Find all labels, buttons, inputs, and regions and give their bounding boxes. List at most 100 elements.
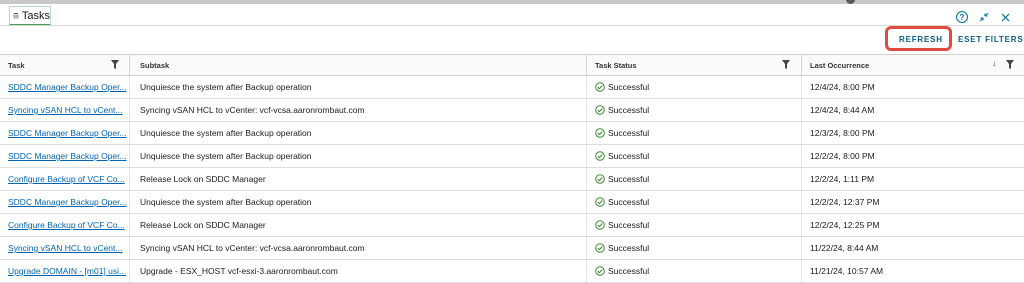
status-text: Successful (608, 105, 650, 115)
task-link[interactable]: Configure Backup of VCF Co... (8, 214, 127, 236)
column-divider (586, 76, 587, 98)
check-circle-icon (595, 128, 605, 138)
check-circle-icon (595, 197, 605, 207)
status-text: Successful (608, 82, 650, 92)
subtask-text: Unquiesce the system after Backup operat… (140, 151, 312, 161)
check-circle-icon (595, 174, 605, 184)
check-circle-icon (595, 243, 605, 253)
status-cell: Successful (595, 145, 795, 167)
column-divider (586, 191, 587, 213)
status-cell: Successful (595, 237, 795, 259)
table-row[interactable]: Configure Backup of VCF Co... Release Lo… (0, 214, 1024, 237)
check-circle-icon (595, 266, 605, 276)
status-cell: Successful (595, 191, 795, 213)
column-divider (801, 76, 802, 98)
tab-label: Tasks (21, 9, 50, 22)
column-divider (801, 168, 802, 190)
collapse-button[interactable] (977, 10, 991, 24)
column-divider (801, 122, 802, 144)
column-divider (129, 237, 130, 259)
table-row[interactable]: Syncing vSAN HCL to vCent... Syncing vSA… (0, 99, 1024, 122)
status-text: Successful (608, 128, 650, 138)
table-row[interactable]: SDDC Manager Backup Oper... Unquiesce th… (0, 191, 1024, 214)
occurrence-text: 12/4/24, 8:00 PM (810, 82, 875, 92)
column-divider (586, 168, 587, 190)
status-text: Successful (608, 174, 650, 184)
status-cell: Successful (595, 99, 795, 121)
occurrence-text: 12/4/24, 8:44 AM (810, 105, 875, 115)
task-link[interactable]: SDDC Manager Backup Oper... (8, 145, 127, 167)
column-divider (586, 99, 587, 121)
task-link[interactable]: SDDC Manager Backup Oper... (8, 122, 127, 144)
column-header-occurrence[interactable]: Last Occurrence (801, 55, 1024, 75)
tab-tasks[interactable]: Tasks (9, 6, 51, 26)
task-link[interactable]: SDDC Manager Backup Oper... (8, 191, 127, 213)
close-button[interactable] (998, 10, 1012, 24)
sort-descending-icon[interactable]: ↓ (992, 58, 997, 68)
check-circle-icon (595, 82, 605, 92)
table-row[interactable]: SDDC Manager Backup Oper... Unquiesce th… (0, 76, 1024, 99)
collapse-icon (979, 12, 989, 22)
column-divider (129, 122, 130, 144)
occurrence-text: 11/22/24, 8:44 AM (810, 243, 879, 253)
column-header-subtask[interactable]: Subtask (129, 55, 586, 75)
column-divider (801, 214, 802, 236)
status-cell: Successful (595, 76, 795, 98)
subtask-text: Release Lock on SDDC Manager (140, 220, 266, 230)
task-link[interactable]: Syncing vSAN HCL to vCent... (8, 237, 127, 259)
occurrence-text: 12/3/24, 8:00 PM (810, 128, 875, 138)
check-circle-icon (595, 105, 605, 115)
status-cell: Successful (595, 122, 795, 144)
column-divider (586, 214, 587, 236)
table-row[interactable]: Configure Backup of VCF Co... Release Lo… (0, 168, 1024, 191)
task-link[interactable]: SDDC Manager Backup Oper... (8, 76, 127, 98)
table-row[interactable]: SDDC Manager Backup Oper... Unquiesce th… (0, 145, 1024, 168)
status-text: Successful (608, 266, 650, 276)
check-circle-icon (595, 151, 605, 161)
tab-bar: Tasks ? (0, 4, 1024, 26)
status-text: Successful (608, 220, 650, 230)
column-divider (129, 76, 130, 98)
help-button[interactable]: ? (955, 10, 969, 24)
task-link[interactable]: Syncing vSAN HCL to vCent... (8, 99, 127, 121)
tasks-grid: Task Subtask Task Status Last Occurrence… (0, 54, 1024, 283)
column-divider (129, 145, 130, 167)
column-divider (129, 99, 130, 121)
occurrence-text: 12/2/24, 1:11 PM (810, 174, 875, 184)
filter-icon[interactable] (782, 60, 790, 69)
column-divider (129, 168, 130, 190)
column-divider (129, 214, 130, 236)
subtask-text: Syncing vSAN HCL to vCenter: vcf-vcsa.aa… (140, 243, 365, 253)
toolbar: REFRESH ESET FILTERS (0, 26, 1024, 54)
task-link[interactable]: Configure Backup of VCF Co... (8, 168, 127, 190)
filter-icon[interactable] (1006, 60, 1014, 69)
help-icon: ? (956, 11, 968, 23)
subtask-text: Unquiesce the system after Backup operat… (140, 128, 312, 138)
table-row[interactable]: Upgrade DOMAIN - [m01] usi... Upgrade - … (0, 260, 1024, 283)
column-divider (586, 122, 587, 144)
status-text: Successful (608, 243, 650, 253)
status-text: Successful (608, 197, 650, 207)
column-divider (801, 99, 802, 121)
column-divider (801, 145, 802, 167)
occurrence-text: 12/2/24, 8:00 PM (810, 151, 875, 161)
table-row[interactable]: Syncing vSAN HCL to vCent... Syncing vSA… (0, 237, 1024, 260)
column-divider (801, 191, 802, 213)
grid-header: Task Subtask Task Status Last Occurrence… (0, 55, 1024, 76)
status-text: Successful (608, 151, 650, 161)
table-row[interactable]: SDDC Manager Backup Oper... Unquiesce th… (0, 122, 1024, 145)
column-header-status[interactable]: Task Status (586, 55, 801, 75)
status-cell: Successful (595, 214, 795, 236)
highlight-annotation (885, 26, 952, 51)
check-circle-icon (595, 220, 605, 230)
subtask-text: Syncing vSAN HCL to vCenter: vcf-vcsa.aa… (140, 105, 365, 115)
filter-icon[interactable] (111, 60, 119, 69)
close-icon (1001, 13, 1009, 21)
clipboard-icon (13, 13, 19, 19)
column-divider (801, 237, 802, 259)
reset-filters-button[interactable]: ESET FILTERS (958, 35, 1023, 44)
column-divider (586, 237, 587, 259)
occurrence-text: 12/2/24, 12:37 PM (810, 197, 880, 207)
column-header-task[interactable]: Task (0, 55, 129, 75)
subtask-text: Unquiesce the system after Backup operat… (140, 197, 312, 207)
